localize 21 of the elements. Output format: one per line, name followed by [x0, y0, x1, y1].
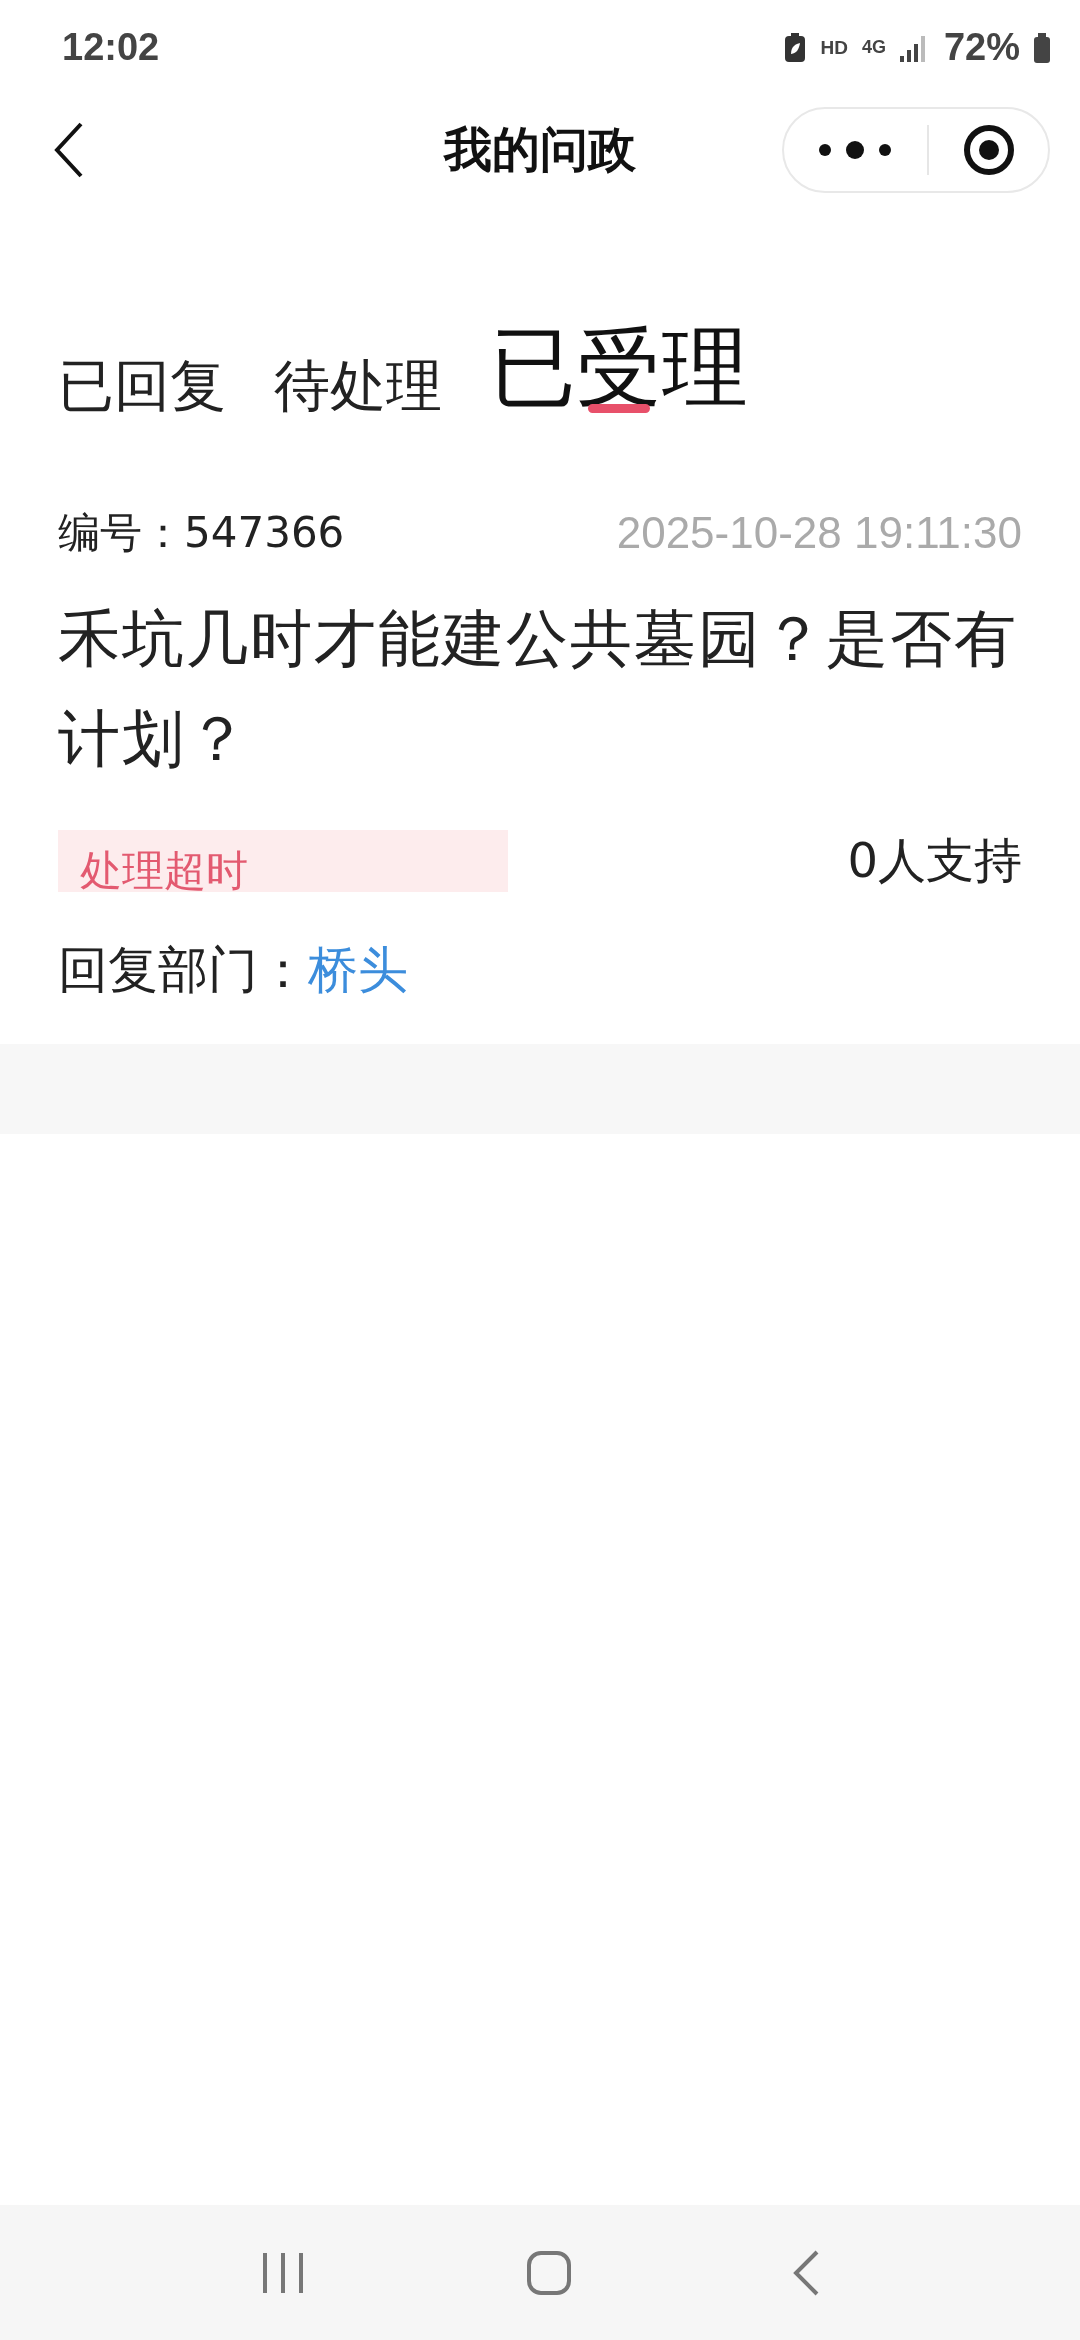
- network-indicator: 4G: [861, 37, 886, 58]
- close-mini-program-icon[interactable]: [963, 124, 1015, 176]
- tab[interactable]: 待处理: [274, 351, 442, 425]
- status-time: 12:02: [62, 26, 160, 69]
- tab[interactable]: 已回复: [58, 351, 226, 425]
- recent-apps-icon[interactable]: [261, 2252, 305, 2293]
- tab[interactable]: 已受理: [490, 315, 748, 425]
- battery-level: 72%: [943, 26, 1020, 69]
- department-label: 回复部门：: [58, 941, 308, 999]
- status-tag: 处理超时: [80, 845, 248, 896]
- record-number: 编号：547366: [58, 507, 345, 559]
- home-icon[interactable]: [527, 2250, 571, 2295]
- record-title[interactable]: 禾坑几时才能建公共墓园？是否有计划？: [58, 589, 1022, 789]
- record-datetime: 2025-10-28 19:11:30: [616, 508, 1022, 558]
- battery-icon: [1034, 32, 1050, 63]
- hd-indicator: HD: [820, 36, 848, 59]
- support-count: 0人支持: [847, 831, 1022, 890]
- battery-saver-icon: [784, 32, 807, 63]
- more-icon[interactable]: [817, 140, 893, 160]
- page-title: 我的问政: [444, 120, 636, 179]
- back-icon[interactable]: [54, 122, 84, 178]
